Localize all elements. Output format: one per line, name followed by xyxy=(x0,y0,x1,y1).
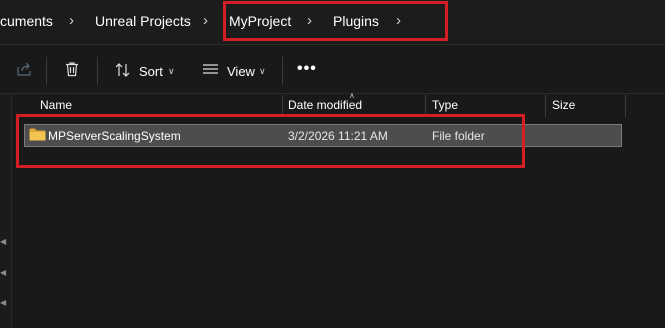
column-header-size[interactable]: Size xyxy=(552,98,575,112)
chevron-down-icon[interactable]: ∨ xyxy=(259,66,266,77)
sort-icon[interactable] xyxy=(114,62,132,83)
row-highlight-box xyxy=(16,114,525,168)
more-options-button[interactable]: ••• xyxy=(297,60,317,78)
divider xyxy=(0,93,665,94)
column-divider[interactable] xyxy=(545,95,546,117)
chevron-left-icon[interactable]: ◀ xyxy=(0,268,6,277)
command-bar xyxy=(0,45,665,95)
breadcrumb-highlight-box xyxy=(223,1,448,41)
breadcrumb-separator-icon[interactable]: › xyxy=(203,12,208,29)
chevron-left-icon[interactable]: ◀ xyxy=(0,237,6,246)
column-header-type[interactable]: Type xyxy=(432,98,458,112)
trash-icon[interactable] xyxy=(64,61,80,82)
chevron-left-icon[interactable]: ◀ xyxy=(0,298,6,307)
chevron-down-icon[interactable]: ∨ xyxy=(168,66,175,77)
breadcrumb-documents[interactable]: cuments xyxy=(0,13,53,29)
breadcrumb-unreal-projects[interactable]: Unreal Projects xyxy=(95,13,191,29)
column-divider[interactable] xyxy=(625,95,626,117)
toolbar-separator xyxy=(282,57,283,85)
view-button[interactable]: View xyxy=(227,64,255,79)
toolbar-separator xyxy=(97,57,98,85)
share-icon[interactable] xyxy=(16,61,32,82)
view-icon[interactable] xyxy=(202,63,219,82)
navigation-pane[interactable] xyxy=(0,94,12,328)
breadcrumb-separator-icon[interactable]: › xyxy=(69,12,74,29)
column-header-name[interactable]: Name xyxy=(40,98,72,112)
column-header-date-modified[interactable]: Date modified xyxy=(288,98,362,112)
toolbar-separator xyxy=(46,57,47,85)
sort-button[interactable]: Sort xyxy=(139,64,163,79)
